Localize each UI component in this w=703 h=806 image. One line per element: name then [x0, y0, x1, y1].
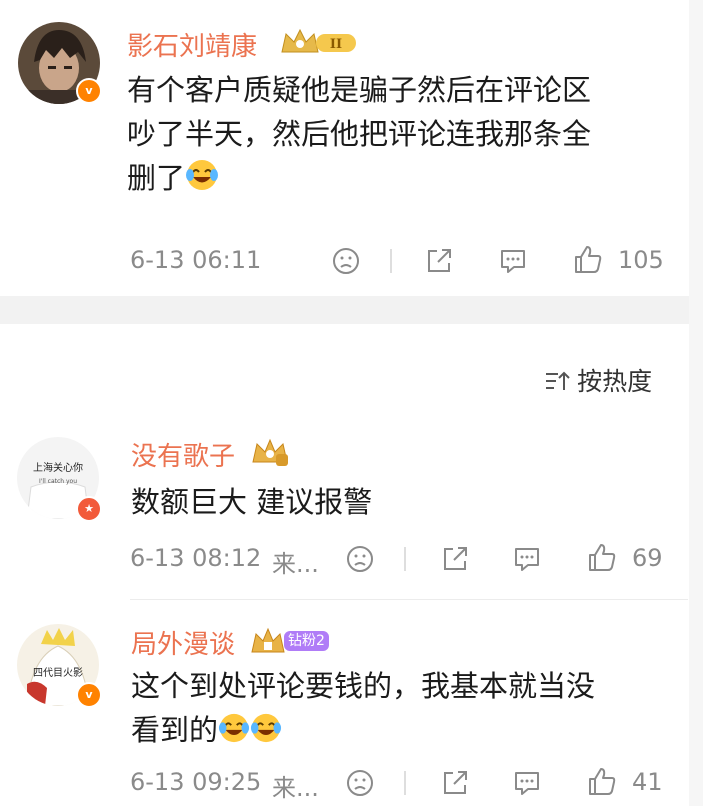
verified-badge-icon: v: [76, 78, 102, 104]
post-text-line1: 有个客户质疑他是骗子然后在评论区: [127, 73, 592, 107]
like-icon[interactable]: [586, 766, 618, 802]
divider: [390, 249, 392, 273]
comment-text: 这个到处评论要钱的，我基本就当没 看到的: [131, 664, 691, 756]
comment-like-count: 69: [632, 544, 663, 572]
comment-icon[interactable]: [512, 768, 542, 802]
laugh-cry-emoji-icon: [218, 712, 250, 756]
sort-icon: [544, 369, 572, 397]
section-separator: [0, 296, 703, 324]
level-badge-text: II: [330, 37, 342, 52]
share-icon[interactable]: [440, 768, 470, 802]
post-username[interactable]: 影石刘靖康: [127, 26, 257, 63]
post-text-line3: 删了: [127, 156, 687, 204]
comment-username[interactable]: 没有歌子: [131, 436, 235, 473]
comment-text-line2: 看到的: [131, 708, 691, 756]
laugh-cry-emoji-icon: [250, 712, 282, 756]
dislike-icon[interactable]: [331, 246, 361, 280]
sort-toggle[interactable]: 按热度: [544, 362, 652, 398]
star-badge-icon: ★: [76, 496, 102, 522]
dislike-icon[interactable]: [345, 768, 375, 802]
comment-source: 来...: [272, 550, 319, 578]
crown-badge-icon: [250, 436, 290, 472]
laugh-cry-emoji-icon: [185, 158, 219, 204]
sort-label: 按热度: [577, 367, 653, 396]
scroll-edge: [689, 0, 703, 806]
crown-level-badge-icon: II: [280, 28, 360, 62]
post-like-count: 105: [618, 246, 664, 274]
comment-divider: [130, 599, 688, 600]
comment-like-count: 41: [632, 768, 663, 796]
comment-text-line1: 这个到处评论要钱的，我基本就当没: [131, 669, 596, 703]
divider: [404, 547, 406, 571]
comment-timestamp: 6-13 08:12: [130, 544, 262, 572]
verified-badge-icon: v: [76, 682, 102, 708]
comment-username[interactable]: 局外漫谈: [131, 624, 235, 661]
comment-timestamp: 6-13 09:25: [130, 768, 262, 796]
comment-source: 来...: [272, 774, 319, 802]
fans-badge: 钻粉2: [284, 631, 329, 651]
comment-text: 数额巨大 建议报警: [131, 485, 373, 519]
avatar-subtext: I'll catch you: [39, 478, 77, 485]
comment-icon[interactable]: [512, 544, 542, 578]
crown-level-badge-icon: [250, 626, 286, 660]
avatar-text: 上海关心你: [33, 461, 83, 474]
post-card: v 影石刘靖康 II 有个客户质疑他是骗子然后在评论区 吵了半天，然后他把评论连…: [0, 0, 703, 296]
like-icon[interactable]: [586, 542, 618, 578]
comment-icon[interactable]: [498, 246, 528, 280]
post-timestamp: 6-13 06:11: [130, 246, 262, 274]
avatar-text: 四代目火影: [33, 667, 83, 679]
share-icon[interactable]: [424, 246, 454, 280]
share-icon[interactable]: [440, 544, 470, 578]
divider: [404, 771, 406, 795]
dislike-icon[interactable]: [345, 544, 375, 578]
like-icon[interactable]: [572, 244, 604, 280]
post-text: 有个客户质疑他是骗子然后在评论区 吵了半天，然后他把评论连我那条全 删了: [127, 68, 687, 204]
post-text-line2: 吵了半天，然后他把评论连我那条全: [127, 117, 592, 151]
